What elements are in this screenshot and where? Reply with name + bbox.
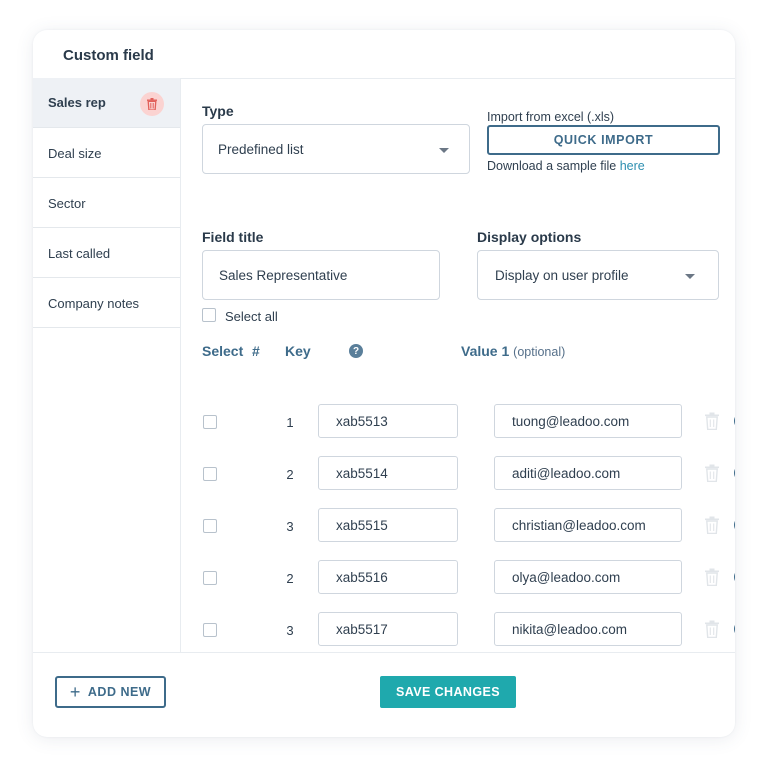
row-number: 1	[286, 415, 294, 430]
sidebar-item-label: Last called	[48, 246, 111, 261]
trash-icon[interactable]	[704, 516, 720, 534]
card-header: Custom field	[33, 30, 735, 79]
help-icon[interactable]: ?	[349, 344, 363, 358]
sidebar-item-label: Sector	[48, 196, 86, 211]
type-select[interactable]: Predefined list	[202, 124, 470, 174]
row-checkbox[interactable]	[203, 467, 217, 481]
value-input[interactable]: aditi@leadoo.com	[494, 456, 682, 490]
row-checkbox[interactable]	[203, 571, 217, 585]
add-row-button[interactable]: +	[734, 516, 735, 534]
display-options-label: Display options	[477, 229, 582, 245]
card-footer: + ADD NEW SAVE CHANGES	[33, 652, 735, 737]
trash-icon[interactable]	[704, 464, 720, 482]
add-new-button[interactable]: + ADD NEW	[55, 676, 166, 708]
download-sample-link[interactable]: here	[620, 159, 645, 173]
add-row-button[interactable]: +	[734, 412, 735, 430]
row-checkbox[interactable]	[203, 415, 217, 429]
download-sample: Download a sample file here	[487, 159, 645, 173]
display-options-value: Display on user profile	[495, 268, 629, 283]
row-checkbox[interactable]	[203, 623, 217, 637]
value-input[interactable]: nikita@leadoo.com	[494, 612, 682, 646]
sidebar-item-label: Sales rep	[48, 95, 106, 110]
key-input[interactable]: xab5517	[318, 612, 458, 646]
chevron-down-icon	[439, 148, 449, 153]
value-input[interactable]: olya@leadoo.com	[494, 560, 682, 594]
type-select-value: Predefined list	[218, 142, 304, 157]
field-title-input[interactable]: Sales Representative	[202, 250, 440, 300]
field-title-value: Sales Representative	[219, 268, 348, 283]
column-key: Key	[285, 343, 311, 359]
chevron-down-icon	[685, 274, 695, 279]
plus-icon: +	[69, 682, 81, 702]
column-value-note: (optional)	[513, 345, 566, 359]
sidebar-item-last-called[interactable]: Last called	[33, 228, 180, 278]
trash-icon	[147, 98, 157, 110]
trash-icon[interactable]	[704, 568, 720, 586]
type-label: Type	[202, 103, 234, 119]
add-new-label: ADD NEW	[87, 685, 152, 699]
select-all-label: Select all	[225, 309, 278, 324]
save-changes-button[interactable]: SAVE CHANGES	[380, 676, 516, 708]
key-input[interactable]: xab5516	[318, 560, 458, 594]
trash-icon[interactable]	[704, 412, 720, 430]
row-checkbox[interactable]	[203, 519, 217, 533]
row-number: 2	[286, 571, 294, 586]
sidebar-item-sales-rep[interactable]: Sales rep	[33, 78, 180, 128]
sidebar-item-label: Company notes	[48, 296, 140, 311]
card-title: Custom field	[63, 47, 154, 64]
key-input[interactable]: xab5514	[318, 456, 458, 490]
column-value: Value 1 (optional)	[461, 343, 565, 359]
add-row-button[interactable]: +	[734, 620, 735, 638]
column-number: #	[252, 343, 260, 359]
key-input[interactable]: xab5513	[318, 404, 458, 438]
add-row-button[interactable]: +	[734, 464, 735, 482]
custom-field-card: Custom field Sales rep Deal size Sector …	[33, 30, 735, 737]
delete-field-button[interactable]	[140, 92, 164, 116]
display-options-select[interactable]: Display on user profile	[477, 250, 719, 300]
download-sample-text: Download a sample file	[487, 159, 617, 173]
field-title-label: Field title	[202, 229, 264, 245]
value-input[interactable]: christian@leadoo.com	[494, 508, 682, 542]
sidebar-item-deal-size[interactable]: Deal size	[33, 128, 180, 178]
row-number: 3	[286, 519, 294, 534]
row-number: 2	[286, 467, 294, 482]
column-select: Select	[202, 343, 244, 359]
add-row-button[interactable]: +	[734, 568, 735, 586]
quick-import-button[interactable]: QUICK IMPORT	[487, 125, 720, 155]
sidebar-item-company-notes[interactable]: Company notes	[33, 278, 180, 328]
import-label: Import from excel (.xls)	[487, 110, 615, 124]
row-number: 3	[286, 623, 294, 638]
key-input[interactable]: xab5515	[318, 508, 458, 542]
column-value-label: Value 1	[461, 343, 510, 359]
value-input[interactable]: tuong@leadoo.com	[494, 404, 682, 438]
select-all-checkbox[interactable]	[202, 308, 216, 322]
sidebar-item-label: Deal size	[48, 146, 102, 161]
trash-icon[interactable]	[704, 620, 720, 638]
field-editor: Type Predefined list Import from excel (…	[181, 78, 735, 652]
sidebar-item-sector[interactable]: Sector	[33, 178, 180, 228]
field-sidebar: Sales rep Deal size Sector Last called C…	[33, 78, 181, 652]
